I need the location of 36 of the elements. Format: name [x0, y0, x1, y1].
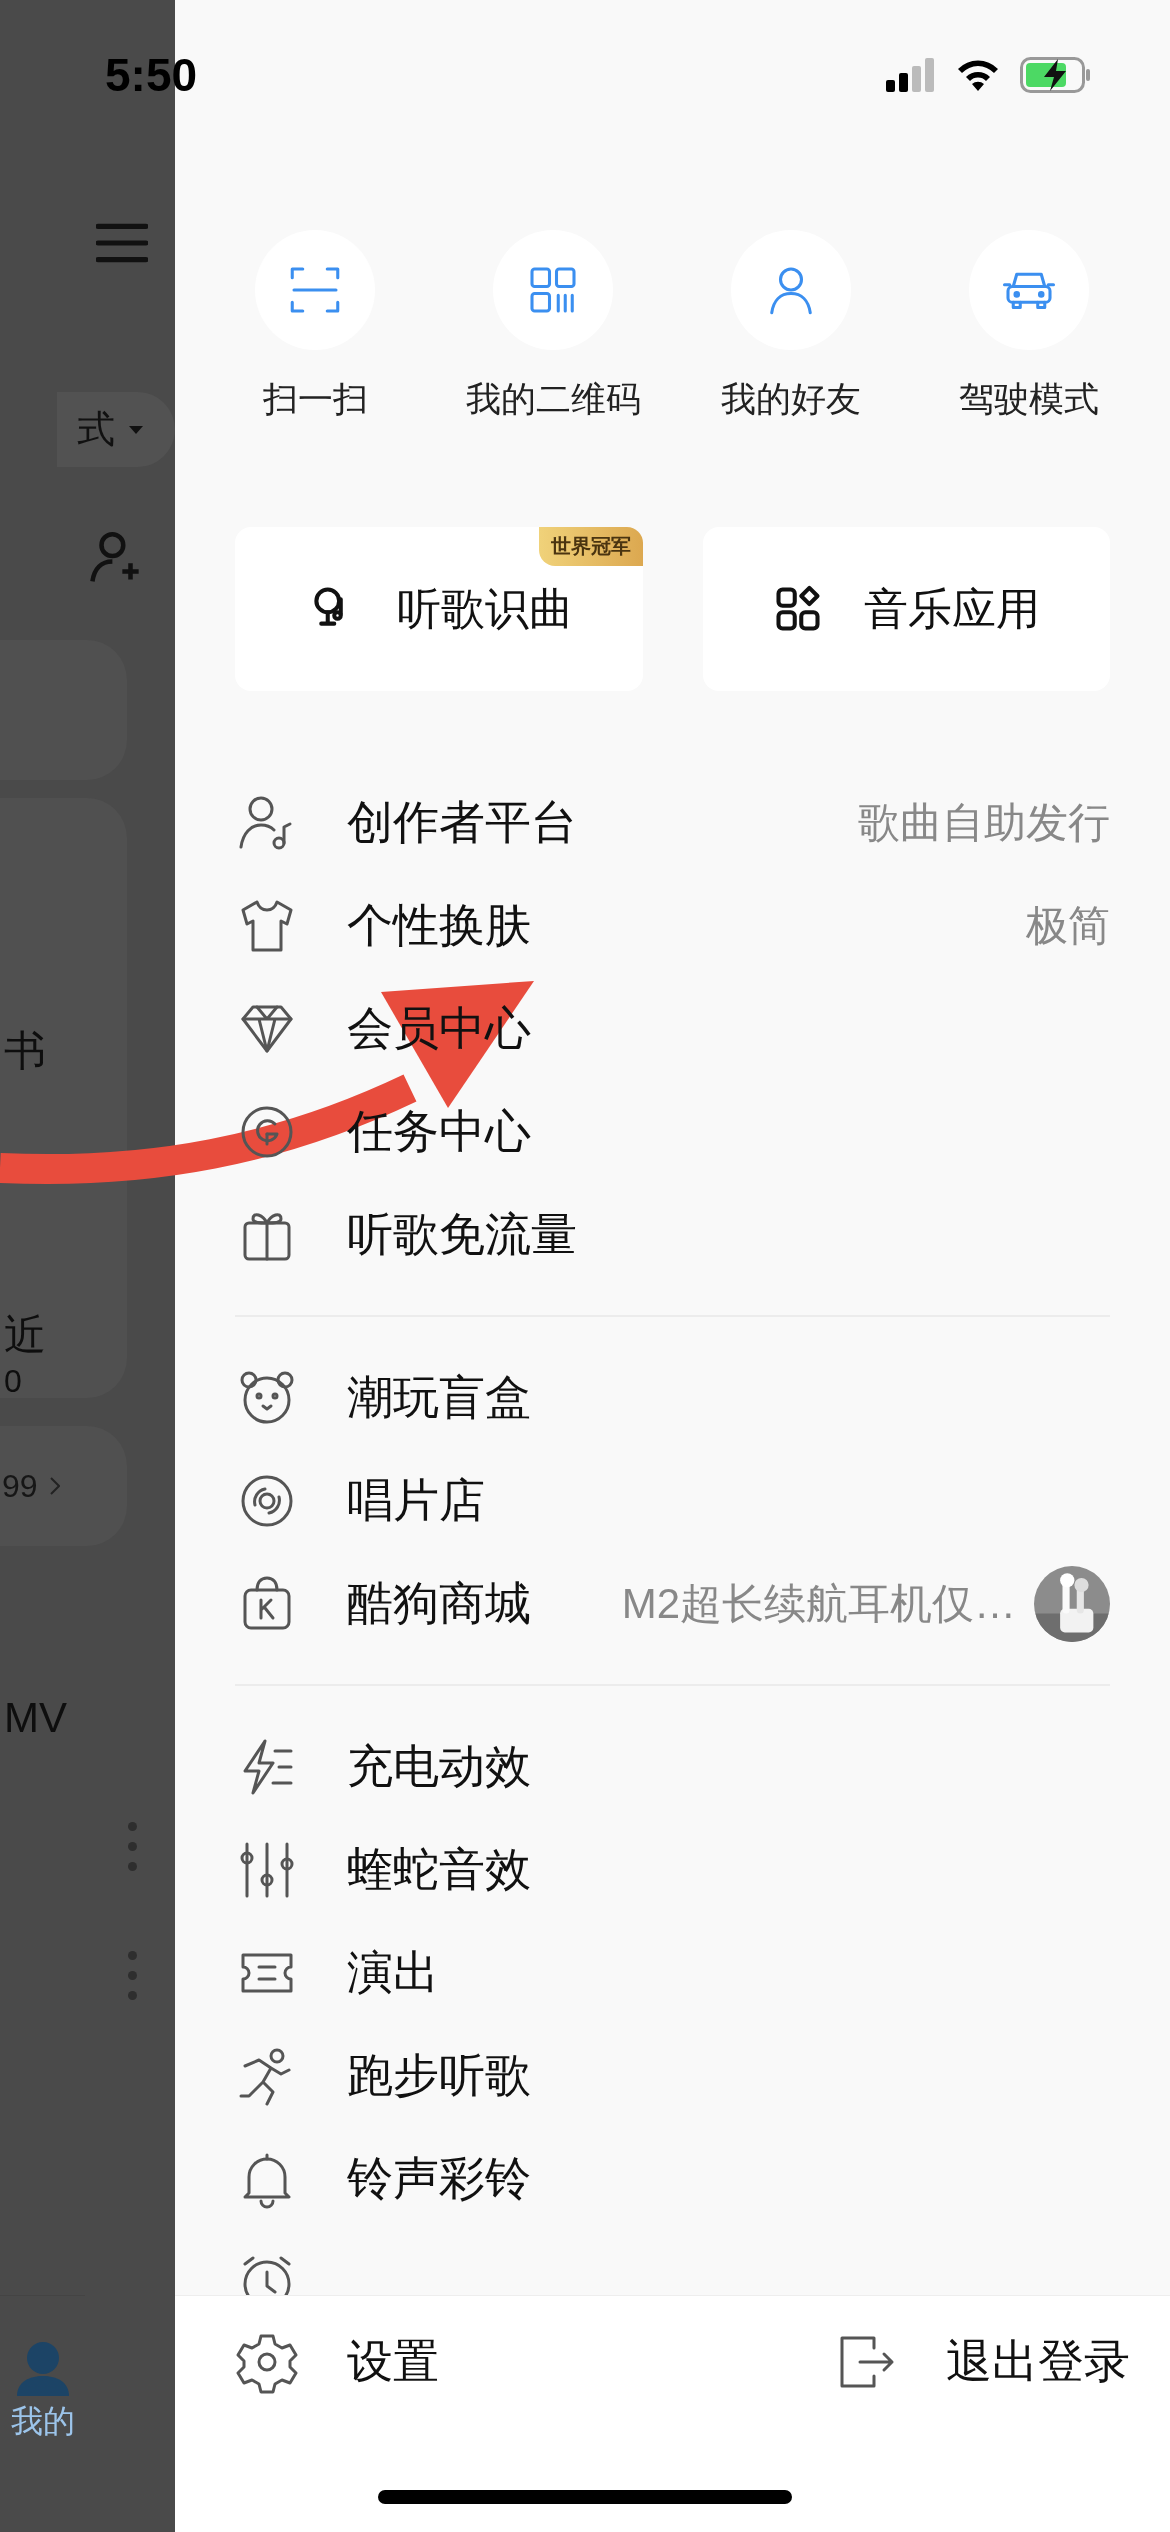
more-icon[interactable]: [128, 1822, 137, 1871]
count-label: 99: [2, 1467, 38, 1505]
battery-charging-icon: [1020, 57, 1092, 93]
menu-item[interactable]: 铃声彩铃: [175, 2127, 1170, 2230]
menu-item[interactable]: 跑步听歌: [175, 2024, 1170, 2127]
menu-item[interactable]: 潮玩盲盒: [175, 1346, 1170, 1449]
quick-action[interactable]: 我的二维码: [434, 230, 672, 423]
shortcut-label: 书: [4, 1026, 46, 1076]
menu-item[interactable]: 唱片店: [175, 1449, 1170, 1552]
menu-item[interactable]: 个性换肤 极简: [175, 874, 1170, 977]
caret-icon: [129, 425, 143, 434]
quick-action[interactable]: 扫一扫: [196, 230, 434, 423]
chevron-icon: [49, 1477, 60, 1495]
menu-item[interactable]: 任务中心: [175, 1080, 1170, 1183]
menu-icon[interactable]: [96, 222, 148, 264]
menu-item-value: 歌曲自助发行: [858, 797, 1110, 848]
logout-button[interactable]: 退出登录: [834, 2330, 1130, 2394]
menu-item-value: 极简: [1026, 900, 1110, 951]
signal-icon: [886, 58, 936, 92]
count-label: 0: [4, 1363, 22, 1400]
more-icon[interactable]: [128, 1951, 137, 2000]
feature-card[interactable]: 音乐应用: [702, 527, 1110, 691]
champion-badge: 世界冠军: [538, 527, 643, 566]
settings-button[interactable]: 设置: [235, 2330, 439, 2394]
quick-action[interactable]: 我的好友: [672, 230, 910, 423]
menu-item[interactable]: 酷狗商城 M2超长续航耳机仅…: [175, 1552, 1170, 1655]
menu-item[interactable]: 演出: [175, 1921, 1170, 2024]
quick-action[interactable]: 驾驶模式: [910, 230, 1148, 423]
menu-item[interactable]: 蝰蛇音效: [175, 1818, 1170, 1921]
menu-item[interactable]: 创作者平台 歌曲自助发行: [175, 771, 1170, 874]
menu-item[interactable]: 充电动效: [175, 1715, 1170, 1818]
menu-item[interactable]: 听歌免流量: [175, 1183, 1170, 1286]
feature-card[interactable]: 世界冠军 听歌识曲: [235, 527, 643, 691]
section-title: MV: [3, 1694, 67, 1742]
shortcut-label: 近: [4, 1310, 46, 1360]
menu-item-value: M2超长续航耳机仅…: [621, 1578, 1016, 1629]
